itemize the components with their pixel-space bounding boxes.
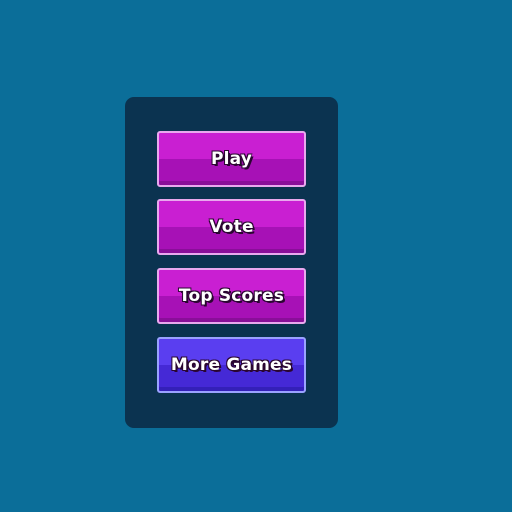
game-screen: Play Vote Top Scores More Games <box>0 0 512 512</box>
vote-button[interactable]: Vote <box>157 199 306 255</box>
play-button[interactable]: Play <box>157 131 306 187</box>
play-button-label: Play <box>210 149 253 169</box>
top-scores-button[interactable]: Top Scores <box>157 268 306 324</box>
vote-button-label: Vote <box>209 217 254 237</box>
more-games-button[interactable]: More Games <box>157 337 306 393</box>
more-games-button-label: More Games <box>170 355 293 375</box>
main-menu-panel: Play Vote Top Scores More Games <box>125 97 338 428</box>
top-scores-button-label: Top Scores <box>178 286 285 306</box>
